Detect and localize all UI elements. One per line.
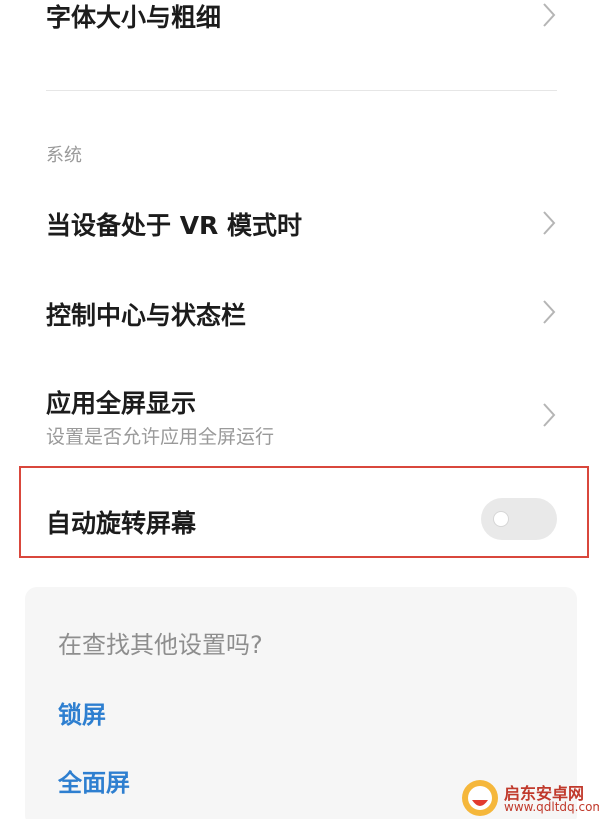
- chevron-right-icon: [538, 208, 560, 238]
- chevron-right-icon: [538, 0, 560, 30]
- setting-subtitle: 设置是否允许应用全屏运行: [46, 426, 275, 448]
- chevron-right-icon: [538, 400, 560, 430]
- chevron-right-icon: [538, 297, 560, 327]
- section-label-system: 系统: [46, 145, 82, 166]
- setting-row-font-size[interactable]: 字体大小与粗细: [0, 0, 599, 60]
- setting-title: 当设备处于 VR 模式时: [46, 211, 303, 240]
- suggestion-link-full-screen[interactable]: 全面屏: [58, 763, 130, 798]
- watermark-logo-icon: [460, 778, 500, 818]
- setting-title: 控制中心与状态栏: [46, 301, 247, 330]
- setting-row-control-center[interactable]: 控制中心与状态栏: [0, 270, 599, 358]
- setting-title: 应用全屏显示: [46, 389, 197, 418]
- toggle-knob: [493, 511, 509, 527]
- setting-title: 字体大小与粗细: [46, 3, 222, 32]
- watermark: 启东安卓网 www.qdltdq.com: [458, 776, 599, 819]
- suggestion-link-lock-screen[interactable]: 锁屏: [58, 695, 106, 730]
- divider: [46, 90, 557, 91]
- suggestions-title: 在查找其他设置吗?: [58, 631, 263, 659]
- setting-row-fullscreen-apps[interactable]: 应用全屏显示 设置是否允许应用全屏运行: [0, 360, 599, 460]
- setting-title: 自动旋转屏幕: [46, 509, 197, 538]
- auto-rotate-toggle[interactable]: [481, 498, 557, 540]
- watermark-url: www.qdltdq.com: [504, 800, 599, 814]
- setting-row-vr-mode[interactable]: 当设备处于 VR 模式时: [0, 180, 599, 268]
